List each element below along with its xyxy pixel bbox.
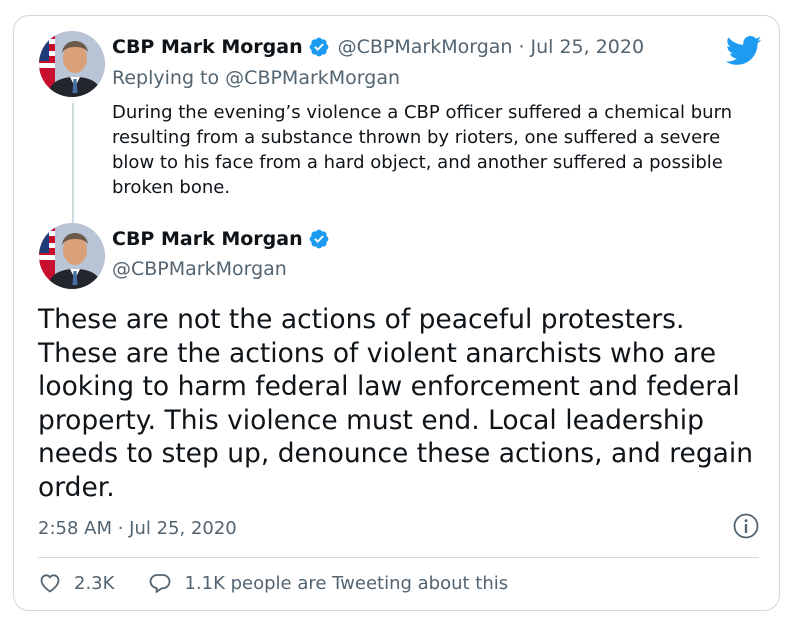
thread-connector-line [72, 103, 74, 229]
twitter-bird-icon[interactable] [725, 36, 762, 66]
tweet-timestamp[interactable]: 2:58 AM · Jul 25, 2020 [38, 518, 237, 539]
tweeting-about-link[interactable]: 1.1K people are Tweeting about this [148, 571, 508, 595]
replying-handle-link[interactable]: @CBPMarkMorgan [225, 67, 400, 89]
heart-icon [40, 574, 60, 593]
tweeting-about-label: 1.1K people are Tweeting about this [184, 572, 509, 594]
reply-author-row: CBP Mark Morgan @CBPMarkMorgan · Jul 25,… [112, 36, 644, 58]
main-tweet-text: These are not the actions of peaceful pr… [38, 304, 754, 503]
author-display-name[interactable]: CBP Mark Morgan [112, 36, 303, 58]
reply-tweet-text: During the evening’s violence a CBP offi… [112, 102, 733, 198]
author-handle[interactable]: @CBPMarkMorgan [112, 258, 287, 280]
avatar[interactable] [39, 223, 105, 289]
verified-badge-icon [308, 228, 330, 250]
separator: · [518, 36, 525, 58]
divider [38, 557, 759, 558]
info-icon[interactable] [732, 512, 760, 540]
replying-to-line: Replying to @CBPMarkMorgan [112, 67, 400, 89]
tweet-actions: 2.3K 1.1K people are Tweeting about this [38, 571, 508, 595]
tweet-card: CBP Mark Morgan @CBPMarkMorgan · Jul 25,… [13, 15, 780, 611]
verified-badge-icon [308, 36, 330, 58]
speech-bubble-icon [150, 574, 171, 594]
like-count: 2.3K [74, 572, 115, 594]
author-display-name[interactable]: CBP Mark Morgan [112, 228, 303, 250]
author-handle[interactable]: @CBPMarkMorgan [338, 36, 513, 58]
like-button[interactable]: 2.3K [38, 571, 114, 595]
tweet-date[interactable]: Jul 25, 2020 [531, 36, 645, 58]
replying-prefix: Replying to [112, 67, 220, 89]
avatar[interactable] [39, 31, 105, 97]
main-author-row: CBP Mark Morgan [112, 228, 330, 250]
